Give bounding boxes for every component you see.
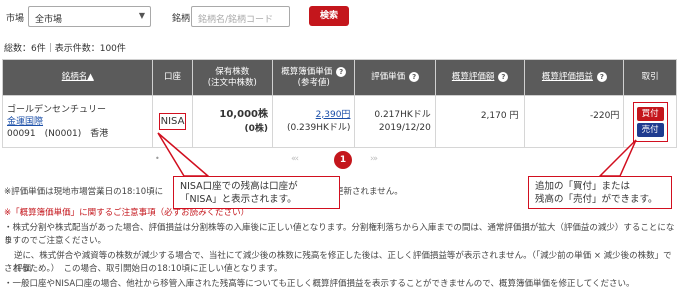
callout-pointers [157, 132, 637, 177]
nisa-callout: NISA口座での残高は口座が 「NISA」と表示されます。 [173, 176, 340, 209]
trade-callout: 追加の「買付」または 残高の「売付」ができます。 [528, 176, 672, 209]
nisa-callout-pointer [157, 132, 211, 177]
trade-callout-pointer [598, 139, 637, 177]
